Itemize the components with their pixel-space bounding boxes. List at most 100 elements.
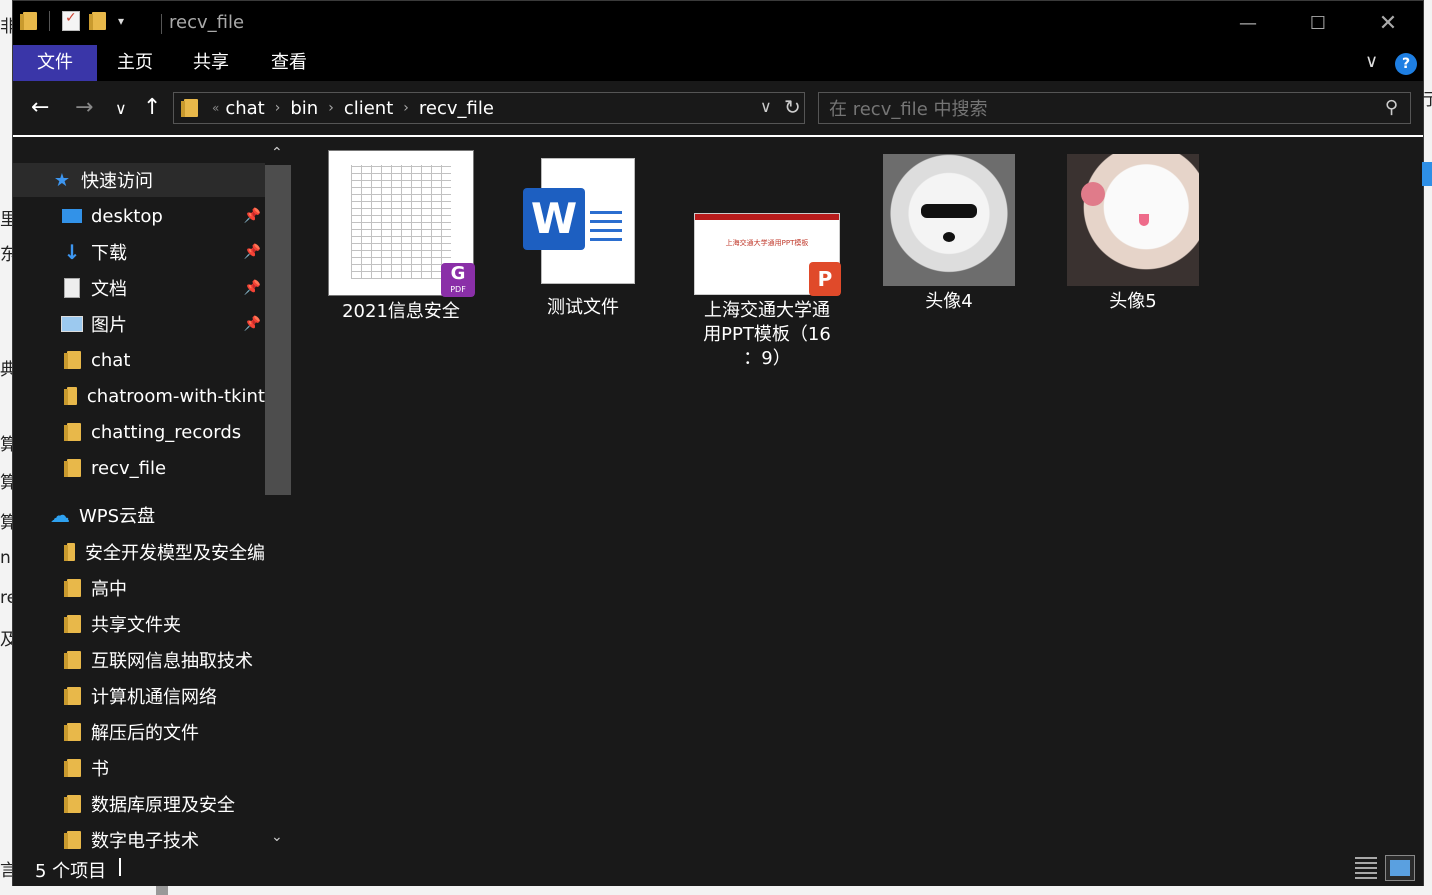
sidebar-item-label: 共享文件夹 bbox=[91, 615, 181, 636]
navigation-pane: ★ 快速访问 desktop 📌 ↓ 下载 📌 文档 📌 图片 📌 chat c… bbox=[13, 145, 293, 850]
sidebar-item-chat[interactable]: chat bbox=[13, 343, 265, 377]
back-button[interactable]: ← bbox=[31, 95, 49, 120]
pdf-icon: G PDF bbox=[441, 263, 475, 297]
breadcrumb-overflow-icon[interactable]: « bbox=[212, 101, 219, 115]
chevron-right-icon[interactable]: › bbox=[403, 100, 409, 116]
tab-share[interactable]: 共享 bbox=[173, 45, 249, 81]
sidebar-item-label: 解压后的文件 bbox=[91, 723, 199, 744]
file-name-line: 上海交通大学通 bbox=[704, 300, 830, 321]
cloud-icon: ☁ bbox=[50, 503, 70, 527]
sidebar-scrollbar[interactable]: ⌃ ⌄ bbox=[265, 145, 291, 850]
details-view-icon[interactable] bbox=[1355, 857, 1377, 879]
tab-home[interactable]: 主页 bbox=[97, 45, 173, 81]
sidebar-item-wps-folder[interactable]: 安全开发模型及安全编 bbox=[13, 535, 265, 569]
folder-icon bbox=[64, 459, 81, 477]
breadcrumb-bin[interactable]: bin bbox=[290, 98, 318, 119]
pin-icon[interactable]: 📌 bbox=[244, 208, 261, 224]
sidebar-item-wps-folder[interactable]: 解压后的文件 bbox=[13, 715, 265, 749]
sidebar-item-chatting-records[interactable]: chatting_records bbox=[13, 415, 265, 449]
maximize-button[interactable]: ☐ bbox=[1283, 1, 1353, 45]
pin-icon[interactable]: 📌 bbox=[244, 244, 261, 260]
sidebar-item-downloads[interactable]: ↓ 下载 📌 bbox=[13, 235, 265, 269]
file-name: 上海交通大学通 用PPT模板（16 ：9） bbox=[689, 299, 845, 371]
forward-button[interactable]: → bbox=[75, 95, 93, 120]
search-box[interactable]: ⚲ bbox=[818, 92, 1411, 125]
sidebar-item-chatroom[interactable]: chatroom-with-tkint bbox=[13, 379, 265, 413]
sidebar-item-wps-folder[interactable]: 书 bbox=[13, 751, 265, 785]
expand-ribbon-icon[interactable]: ∨ bbox=[1365, 51, 1378, 72]
file-item-ppt[interactable]: 上海交通大学通用PPT模板 P 上海交通大学通 用PPT模板（16 ：9） bbox=[689, 213, 845, 371]
large-icons-view-icon[interactable] bbox=[1385, 855, 1415, 881]
title-bar: ▾ recv_file — ☐ ✕ bbox=[13, 1, 1423, 45]
breadcrumb-chat[interactable]: chat bbox=[225, 98, 264, 119]
ppt-thumbnail: 上海交通大学通用PPT模板 P bbox=[694, 213, 841, 296]
text-cursor bbox=[119, 858, 121, 876]
sidebar-item-label: chatting_records bbox=[91, 421, 242, 443]
file-item-pdf[interactable]: G PDF 2021信息安全 bbox=[323, 150, 479, 324]
folder-icon bbox=[64, 579, 81, 597]
shared-folder-icon bbox=[64, 615, 81, 633]
address-bar[interactable]: « chat › bin › client › recv_file ∨ ↻ bbox=[173, 92, 805, 124]
chevron-right-icon[interactable]: › bbox=[275, 100, 281, 116]
file-item-image[interactable]: 头像5 bbox=[1055, 154, 1211, 314]
help-icon[interactable]: ? bbox=[1395, 53, 1417, 75]
pin-icon[interactable]: 📌 bbox=[244, 280, 261, 296]
breadcrumb-recv-file[interactable]: recv_file bbox=[419, 98, 494, 119]
sidebar-item-documents[interactable]: 文档 📌 bbox=[13, 271, 265, 305]
breadcrumb-client[interactable]: client bbox=[344, 98, 393, 119]
close-button[interactable]: ✕ bbox=[1353, 1, 1423, 45]
folder-icon bbox=[64, 759, 81, 777]
word-document-icon: W bbox=[523, 158, 643, 288]
image-thumbnail bbox=[1067, 154, 1199, 286]
file-item-word[interactable]: W 测试文件 bbox=[505, 158, 661, 320]
recent-locations-button[interactable]: ∨ bbox=[115, 99, 127, 118]
quick-access-toolbar: ▾ bbox=[20, 10, 124, 31]
file-item-image[interactable]: 头像4 bbox=[871, 154, 1027, 314]
powerpoint-icon: P bbox=[809, 262, 841, 296]
address-dropdown-icon[interactable]: ∨ bbox=[760, 97, 772, 116]
sidebar-item-pictures[interactable]: 图片 📌 bbox=[13, 307, 265, 341]
ribbon: 文件 主页 共享 查看 ∨ ? bbox=[13, 45, 1423, 81]
file-name: 2021信息安全 bbox=[342, 301, 460, 322]
sidebar-item-label: 计算机通信网络 bbox=[91, 687, 217, 708]
file-name: 头像5 bbox=[1109, 291, 1157, 312]
scroll-down-icon[interactable]: ⌄ bbox=[271, 829, 283, 845]
folder-icon bbox=[64, 687, 81, 705]
sidebar-item-wps-folder[interactable]: 数据库原理及安全 bbox=[13, 787, 265, 821]
sidebar-item-wps-folder[interactable]: 共享文件夹 bbox=[13, 607, 265, 641]
folder-icon bbox=[64, 795, 81, 813]
scrollbar-thumb[interactable] bbox=[265, 165, 291, 495]
tab-view[interactable]: 查看 bbox=[251, 45, 327, 81]
tab-file[interactable]: 文件 bbox=[13, 45, 97, 81]
sidebar-item-recv-file[interactable]: recv_file bbox=[13, 451, 265, 485]
search-input[interactable] bbox=[819, 93, 1371, 125]
chevron-right-icon[interactable]: › bbox=[328, 100, 334, 116]
sidebar-item-wps-folder[interactable]: 计算机通信网络 bbox=[13, 679, 265, 713]
background-strip bbox=[0, 886, 1432, 895]
sidebar-item-desktop[interactable]: desktop 📌 bbox=[13, 199, 265, 233]
up-button[interactable]: ↑ bbox=[143, 95, 161, 120]
sidebar-item-wps-folder[interactable]: 数字电子技术 bbox=[13, 823, 265, 850]
sidebar-item-label: chat bbox=[91, 349, 131, 371]
customize-toolbar-icon[interactable]: ▾ bbox=[118, 14, 124, 28]
sidebar-item-label: 数字电子技术 bbox=[91, 831, 199, 850]
sidebar-item-wps-cloud[interactable]: ☁ WPS云盘 bbox=[13, 498, 265, 532]
new-folder-icon[interactable] bbox=[89, 12, 106, 30]
properties-icon[interactable] bbox=[62, 10, 80, 31]
scroll-up-icon[interactable]: ⌃ bbox=[271, 145, 283, 161]
sidebar-item-label: 数据库原理及安全 bbox=[91, 795, 235, 816]
sidebar-item-wps-folder[interactable]: 高中 bbox=[13, 571, 265, 605]
refresh-icon[interactable]: ↻ bbox=[784, 95, 801, 119]
search-icon[interactable]: ⚲ bbox=[1385, 97, 1398, 118]
star-icon: ★ bbox=[53, 169, 71, 191]
file-name: 测试文件 bbox=[547, 297, 619, 318]
download-icon: ↓ bbox=[63, 240, 81, 264]
sidebar-item-wps-folder[interactable]: 互联网信息抽取技术 bbox=[13, 643, 265, 677]
minimize-button[interactable]: — bbox=[1213, 1, 1283, 45]
sidebar-item-quick-access[interactable]: ★ 快速访问 bbox=[13, 163, 265, 197]
file-name-line: 用PPT模板（16 bbox=[703, 324, 831, 345]
desktop-icon bbox=[61, 206, 83, 226]
pin-icon[interactable]: 📌 bbox=[244, 316, 261, 332]
window-title: recv_file bbox=[160, 12, 245, 34]
pictures-icon bbox=[61, 314, 83, 334]
